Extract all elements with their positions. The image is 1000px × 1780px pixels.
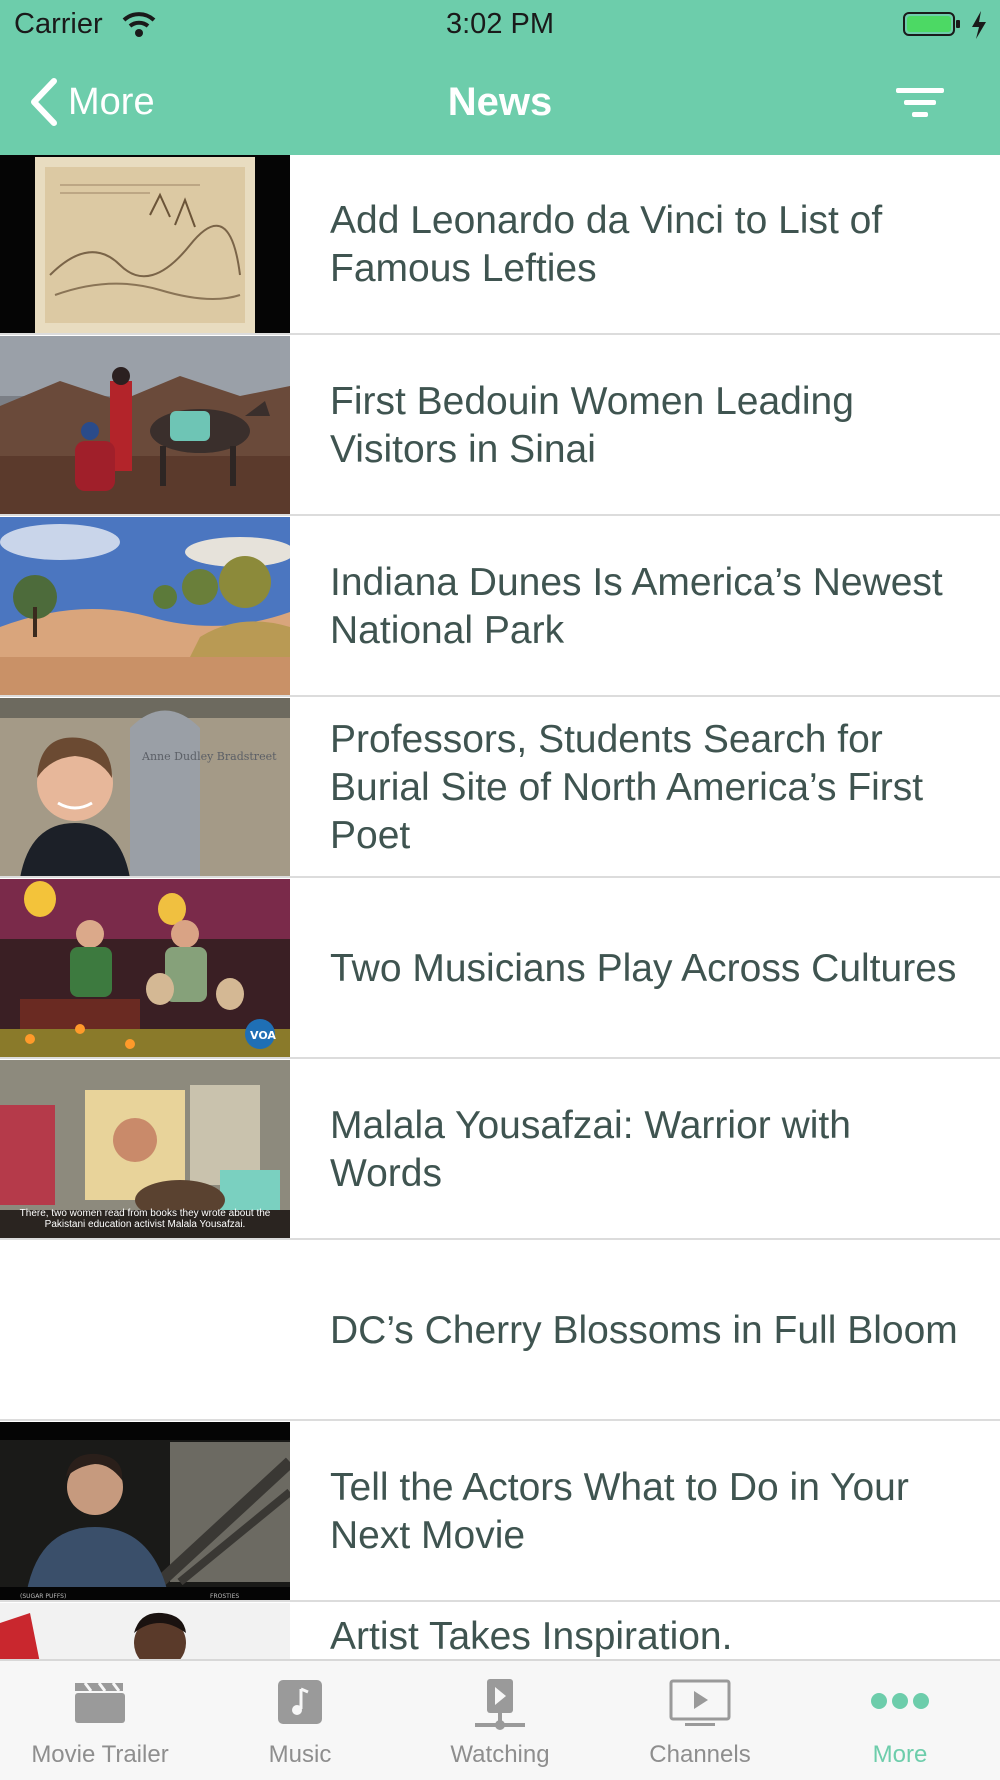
thumbnail-caption: There, two women read from books they wr…	[19, 1208, 271, 1230]
tab-movie-trailer[interactable]: Movie Trailer	[0, 1661, 200, 1780]
movie-text-right: FROSTIES	[210, 1593, 239, 1600]
tab-label: Music	[268, 1741, 332, 1768]
news-item[interactable]: First Bedouin Women Leading Visitors in …	[0, 336, 1000, 516]
article-title: Professors, Students Search for Burial S…	[330, 718, 924, 857]
status-bar: Carrier 3:02 PM	[0, 0, 1000, 50]
tab-label: Channels	[649, 1741, 751, 1768]
tab-watching[interactable]: Watching	[400, 1661, 600, 1780]
article-title: Add Leonardo da Vinci to List of Famous …	[330, 199, 883, 290]
tab-label: More	[872, 1741, 928, 1768]
movie-text-left: (SUGAR PUFFS)	[20, 1593, 66, 1600]
article-thumbnail: VOA	[0, 879, 290, 1059]
row-divider	[0, 876, 1000, 878]
article-thumbnail: Anne Dudley Bradstreet	[0, 698, 290, 878]
article-thumbnail: There, two women read from books they wr…	[0, 1060, 290, 1240]
navigation-bar: More News	[0, 50, 1000, 155]
row-divider	[0, 514, 1000, 516]
row-divider	[0, 1419, 1000, 1421]
row-divider	[0, 333, 1000, 335]
article-thumbnail	[0, 517, 290, 697]
tab-label: Movie Trailer	[31, 1741, 169, 1768]
news-item[interactable]: DC’s Cherry Blossoms in Full Bloom	[0, 1241, 1000, 1421]
row-divider	[0, 1600, 1000, 1602]
row-divider	[0, 1238, 1000, 1240]
news-item[interactable]: Indiana Dunes Is America’s Newest Nation…	[0, 517, 1000, 697]
tab-label: Watching	[450, 1741, 550, 1768]
news-item[interactable]: (SUGAR PUFFS) FROSTIES Tell the Actors W…	[0, 1422, 1000, 1602]
article-title: DC’s Cherry Blossoms in Full Bloom	[330, 1309, 958, 1352]
more-dots-icon	[871, 1693, 929, 1709]
tv-icon	[669, 1679, 731, 1726]
page-title: News	[447, 80, 553, 124]
news-list[interactable]: Add Leonardo da Vinci to List of Famous …	[0, 155, 1000, 1659]
news-item[interactable]: Add Leonardo da Vinci to List of Famous …	[0, 155, 1000, 335]
news-item[interactable]: Anne Dudley Bradstreet Professors, Stude…	[0, 698, 1000, 878]
music-note-icon	[278, 1680, 322, 1724]
article-title: Artist Takes Inspiration.	[330, 1615, 733, 1658]
article-thumbnail	[0, 1603, 290, 1659]
row-divider	[0, 1057, 1000, 1059]
article-thumbnail: (SUGAR PUFFS) FROSTIES	[0, 1422, 290, 1602]
article-title: First Bedouin Women Leading Visitors in …	[330, 380, 854, 471]
news-item[interactable]: Artist Takes Inspiration.	[0, 1603, 1000, 1659]
news-item[interactable]: There, two women read from books they wr…	[0, 1060, 1000, 1240]
article-title: Indiana Dunes Is America’s Newest Nation…	[330, 561, 943, 652]
tab-more[interactable]: More	[800, 1661, 1000, 1780]
headstone-text: Anne Dudley Bradstreet	[141, 750, 277, 763]
voa-badge: VOA	[250, 1029, 276, 1042]
news-item[interactable]: VOA Two Musicians Play Across Cultures	[0, 879, 1000, 1059]
article-thumbnail	[0, 336, 290, 516]
top-bar: Carrier 3:02 PM More News	[0, 0, 1000, 155]
article-title: Malala Yousafzai: Warrior with Words	[330, 1104, 851, 1195]
clapperboard-icon	[75, 1682, 125, 1723]
charging-icon	[972, 11, 986, 39]
article-title: Tell the Actors What to Do in Your Next …	[330, 1466, 909, 1557]
tab-music[interactable]: Music	[200, 1661, 400, 1780]
battery-icon	[903, 12, 960, 36]
status-time: 3:02 PM	[446, 8, 554, 40]
video-network-icon	[475, 1679, 525, 1730]
article-title: Two Musicians Play Across Cultures	[330, 947, 957, 990]
article-thumbnail-empty	[0, 1241, 290, 1421]
row-divider	[0, 695, 1000, 697]
tab-bar: Movie Trailer Music Watching Channels Mo…	[0, 1659, 1000, 1780]
article-thumbnail	[0, 155, 290, 335]
tab-channels[interactable]: Channels	[600, 1661, 800, 1780]
filter-icon[interactable]	[890, 78, 950, 128]
